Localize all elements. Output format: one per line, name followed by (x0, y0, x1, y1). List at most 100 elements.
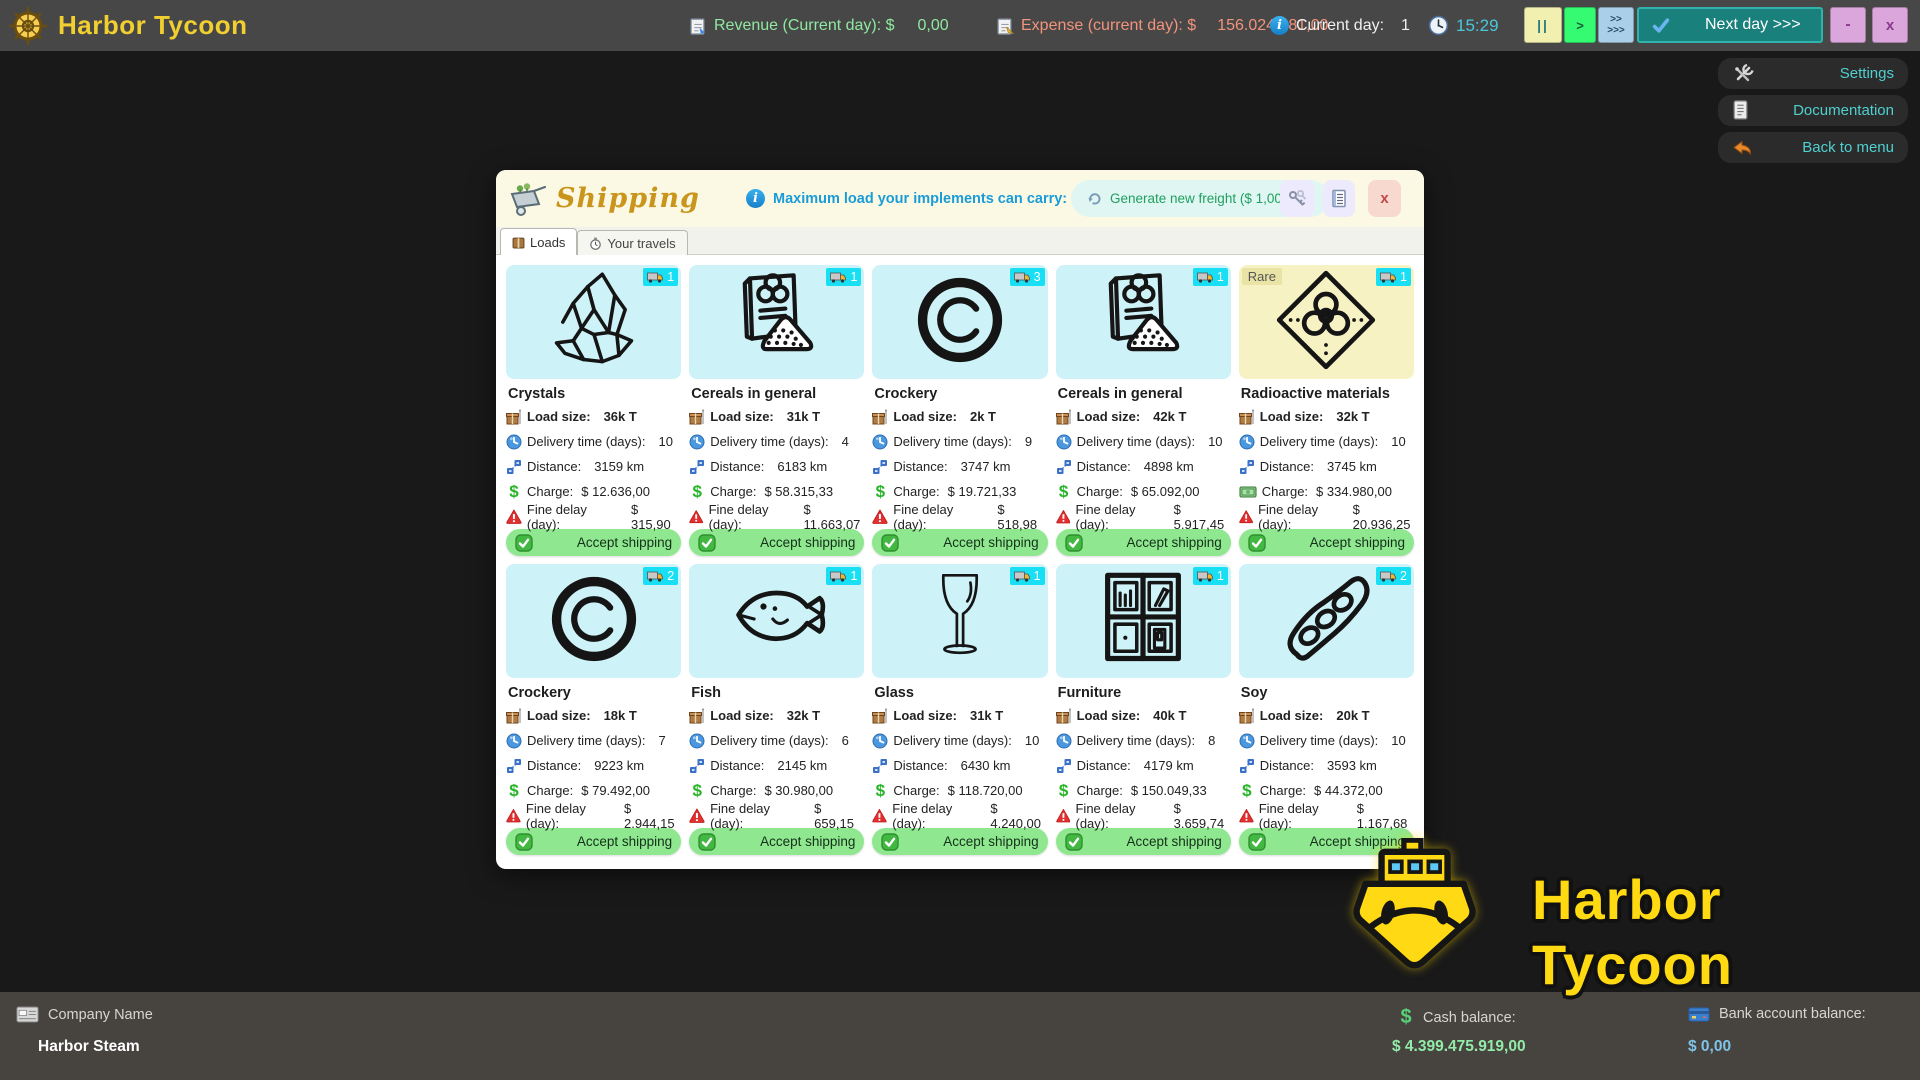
revenue-notepad-icon (688, 16, 707, 35)
cash-dollar-icon: $ (1398, 1006, 1414, 1029)
stat-value: $ 315,90 (631, 502, 681, 532)
tab-your-travels[interactable]: Your travels (577, 230, 687, 255)
truck-count-badge: 2 (643, 567, 678, 585)
stat-row: Delivery time (days): 7 (506, 728, 681, 753)
stat-label: Fine delay (day): (892, 801, 982, 831)
stat-value: 9 (1025, 434, 1032, 449)
ship-logo (1352, 838, 1492, 970)
stat-value: $ 2.944,15 (624, 801, 681, 831)
distance-icon (689, 758, 705, 774)
freight-name: Fish (691, 685, 864, 701)
stat-value: 4179 km (1144, 758, 1194, 773)
freight-name: Furniture (1058, 685, 1231, 701)
wheelbarrow-icon (508, 181, 548, 217)
stat-label: Fine delay (day): (710, 801, 806, 831)
back-to-menu-button[interactable]: Back to menu (1718, 132, 1908, 163)
keys-button[interactable] (1280, 180, 1314, 217)
dialog-title: Shipping (556, 183, 700, 214)
ship-wheel-icon (8, 6, 48, 46)
delivery-time-icon (506, 434, 522, 450)
time-value: 15:29 (1456, 16, 1499, 36)
stat-label: Delivery time (days): (1260, 434, 1378, 449)
stat-row: Delivery time (days): 10 (872, 728, 1047, 753)
accept-shipping-label: Accept shipping (1126, 535, 1221, 550)
soy-icon (1274, 567, 1378, 676)
accept-shipping-button[interactable]: Accept shipping (1056, 529, 1231, 556)
stat-row: Delivery time (days): 4 (689, 429, 864, 454)
stat-value: $ 11.663,07 (804, 502, 865, 532)
settings-button[interactable]: Settings (1718, 58, 1908, 89)
fine-warning-icon (872, 509, 888, 524)
checkbox-icon (1248, 833, 1266, 851)
accept-shipping-button[interactable]: Accept shipping (689, 529, 864, 556)
stat-label: Fine delay (day): (527, 502, 623, 532)
freight-name: Cereals in general (1058, 386, 1231, 402)
freight-card: 2 Soy Load size: 20k T Delivery time (da… (1239, 564, 1414, 855)
charge-dollar-icon: $ (1239, 781, 1255, 801)
delivery-time-icon (689, 733, 705, 749)
accept-shipping-button[interactable]: Accept shipping (689, 828, 864, 855)
stat-label: Load size: (893, 708, 957, 723)
minimize-window-button[interactable]: - (1830, 7, 1866, 43)
fine-warning-icon (689, 808, 705, 823)
close-window-button[interactable]: x (1872, 7, 1908, 43)
stat-value: 10 (658, 434, 672, 449)
stat-value: $ 659,15 (814, 801, 864, 831)
accept-shipping-button[interactable]: Accept shipping (1056, 828, 1231, 855)
stat-value: $ 19.721,33 (948, 484, 1017, 499)
stat-row: Fine delay (day): $ 518,98 (872, 504, 1047, 529)
truck-icon (1014, 272, 1030, 283)
stat-value: $ 44.372,00 (1314, 783, 1383, 798)
documentation-button[interactable]: Documentation (1718, 95, 1908, 126)
stat-value: $ 5.917,45 (1174, 502, 1231, 532)
max-load-label: Maximum load your implements can carry: (773, 191, 1067, 207)
delivery-time-icon (1239, 733, 1255, 749)
stat-row: $ Charge: $ 150.049,33 (1056, 778, 1231, 803)
stat-value: 10 (1208, 434, 1222, 449)
dialog-tab-bar: Loads Your travels (496, 227, 1424, 255)
truck-count-badge: 3 (1010, 268, 1045, 286)
checkbox-icon (698, 534, 716, 552)
fine-warning-icon (1056, 808, 1071, 823)
stat-row: Load size: 32k T (1239, 404, 1414, 429)
plate-icon (542, 567, 646, 676)
fine-warning-icon (1239, 509, 1253, 524)
checkbox-icon (881, 534, 899, 552)
distance-icon (506, 459, 522, 475)
stat-row: Load size: 40k T (1056, 703, 1231, 728)
accept-shipping-label: Accept shipping (1126, 834, 1221, 849)
stat-value: $ 118.720,00 (948, 783, 1023, 798)
tab-loads[interactable]: Loads (500, 228, 577, 255)
accept-shipping-label: Accept shipping (577, 535, 672, 550)
stat-row: Fine delay (day): $ 315,90 (506, 504, 681, 529)
stat-value: 6183 km (777, 459, 827, 474)
info-icon: i (746, 189, 765, 208)
freight-list-button[interactable] (1323, 180, 1355, 217)
stat-value: 31k T (970, 708, 1003, 723)
stat-row: Delivery time (days): 10 (1056, 429, 1231, 454)
check-icon (1651, 17, 1671, 34)
stat-label: Charge: (1260, 783, 1306, 798)
accept-shipping-button[interactable]: Accept shipping (872, 828, 1047, 855)
pause-button[interactable]: || (1524, 7, 1562, 43)
accept-shipping-button[interactable]: Accept shipping (872, 529, 1047, 556)
accept-shipping-button[interactable]: Accept shipping (506, 529, 681, 556)
charge-dollar-icon: $ (506, 781, 522, 801)
stat-label: Charge: (1077, 484, 1123, 499)
fast-forward-button[interactable]: >> >>> (1598, 7, 1634, 43)
close-dialog-button[interactable]: x (1368, 180, 1401, 217)
current-day-value: 1 (1401, 17, 1410, 35)
delivery-time-icon (1056, 434, 1072, 450)
play-button[interactable]: > (1564, 7, 1596, 43)
next-day-button[interactable]: Next day >>> (1637, 7, 1823, 43)
accept-shipping-button[interactable]: Accept shipping (1239, 529, 1414, 556)
accept-shipping-button[interactable]: Accept shipping (506, 828, 681, 855)
stat-row: Distance: 3747 km (872, 454, 1047, 479)
freight-name: Crystals (508, 386, 681, 402)
fine-warning-icon (1056, 509, 1071, 524)
expense-label: Expense (current day): $ (1021, 17, 1196, 35)
tools-icon (1732, 63, 1754, 85)
truck-icon (1197, 571, 1213, 582)
glass-icon (908, 567, 1012, 676)
stat-value: 10 (1391, 434, 1405, 449)
